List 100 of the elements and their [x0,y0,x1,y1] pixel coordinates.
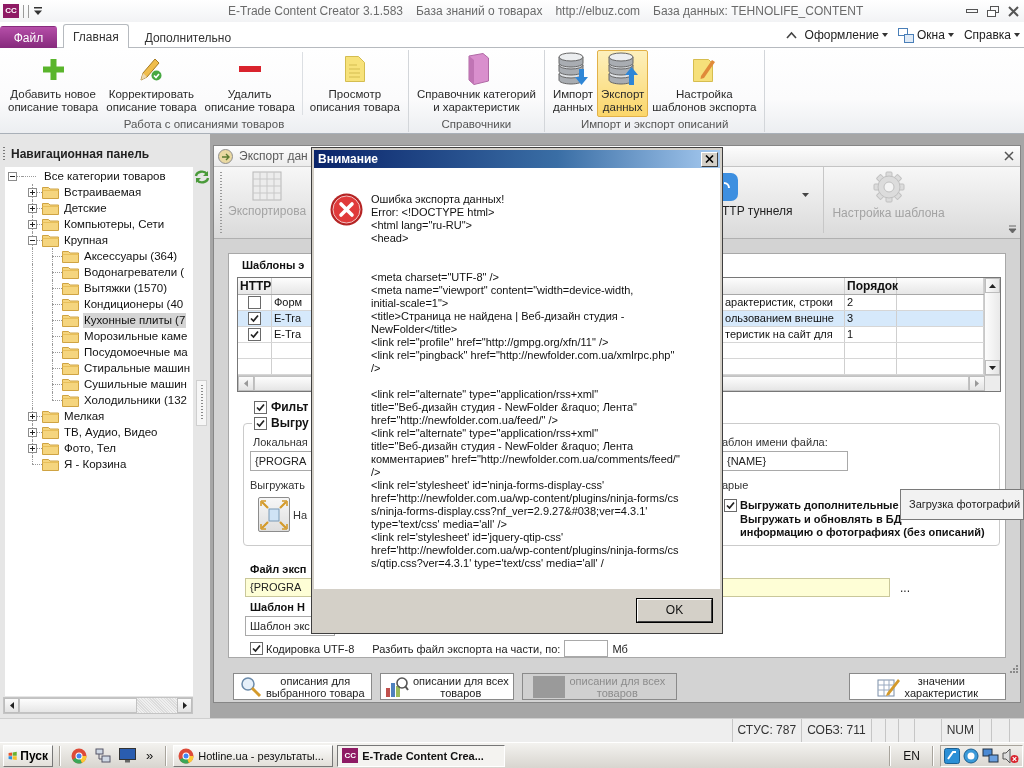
tree-item[interactable]: Компьютеры, Сети [63,216,166,232]
minus-box-icon[interactable] [8,172,17,181]
left-arrow-icon[interactable] [9,702,14,709]
taskbar-button[interactable]: CC E-Trade Content Crea... [337,744,506,767]
caret-icon [802,193,810,197]
close-icon[interactable] [1008,5,1019,17]
horizontal-scrollbar[interactable] [3,697,193,714]
scroll-down-icon[interactable] [1008,225,1017,234]
action-button[interactable]: описании для всех товаров [379,673,515,700]
right-arrow-icon[interactable] [182,702,187,709]
field-label: Файл эксп [250,562,307,576]
app-logo[interactable]: CC [3,4,19,18]
tree-item[interactable]: Стиральные машин [83,360,191,376]
tray-app-icon[interactable] [944,747,960,764]
ribbon-button[interactable]: Удалить описание товара [200,50,299,117]
dialog-title: Внимание [318,152,378,166]
checkbox[interactable] [248,312,261,325]
tree-item[interactable]: Холодильники (132 [83,392,188,408]
network-computers-icon[interactable] [95,747,111,764]
plus-box-icon[interactable] [28,220,37,229]
round-tray-icon[interactable] [963,747,979,764]
tree-item[interactable]: Аксессуары (364) [83,248,179,264]
tree-item[interactable]: Посудомоечные ма [83,344,189,360]
ribbon-button[interactable]: Корректировать описание товара [102,50,201,117]
resize-grip-icon[interactable] [1009,664,1018,673]
ribbon-button[interactable]: Справочник категорий и характеристик [412,50,540,117]
plus-box-icon[interactable] [28,428,37,437]
language-button[interactable]: EN [897,748,926,763]
close-icon[interactable] [1004,151,1014,161]
tree-item[interactable]: Я - Корзина [63,456,128,472]
minus-box-icon[interactable] [28,236,37,245]
document-icon [344,56,365,82]
menu-button[interactable]: Оформление [802,25,891,45]
tree-item[interactable]: Кухонные плиты (7 [83,312,187,328]
column-header[interactable]: Порядок [845,278,897,294]
ribbon-button[interactable]: Импорт данных [548,50,598,117]
plus-icon [42,58,64,80]
input-field[interactable] [564,640,609,657]
toolbar-button[interactable]: TTP туннеля [722,167,810,233]
start-button[interactable]: Пуск [3,744,53,767]
tree-item[interactable]: Морозильные каме [83,328,189,344]
taskbar-button[interactable]: Hotline.ua - результаты... [173,744,334,767]
plus-box-icon[interactable] [28,412,37,421]
tree-item[interactable]: Все категории товаров [43,168,167,184]
checkbox[interactable] [254,400,267,414]
tree-item[interactable]: Крупная [63,232,109,248]
tree-item[interactable]: ТВ, Аудио, Видео [63,424,159,440]
app-logo: CC [342,748,359,763]
ok-button[interactable]: OK [637,598,712,622]
tree-item[interactable]: Мелкая [63,408,106,424]
menu-button[interactable]: Окна [896,25,956,45]
speaker-muted-icon[interactable] [1002,747,1019,764]
tree-item[interactable]: Сушильные машин [83,376,188,392]
checkbox[interactable] [724,499,737,512]
up-arrow-icon[interactable] [989,283,996,288]
ribbon-button[interactable]: Экспорт данных [597,50,649,117]
tree-item[interactable]: Кондиционеры (40 [83,296,185,312]
ribbon-button[interactable]: Просмотр описания товара [305,50,404,117]
plus-box-icon[interactable] [28,444,37,453]
close-button[interactable] [701,151,718,167]
table-cell: 3 [845,311,897,326]
checkbox[interactable] [254,416,267,430]
menu-button[interactable]: Справка [961,25,1022,45]
tree-item[interactable]: Фото, Тел [63,440,117,456]
ribbon-tab[interactable]: Главная [63,24,129,48]
action-button[interactable]: описания для выбранного товара [233,673,372,700]
plus-box-icon[interactable] [28,204,37,213]
restore-icon[interactable] [987,5,999,17]
table-cell[interactable]: ользованием внешне [723,311,845,326]
tree-item[interactable]: Вытяжки (1570) [83,280,168,296]
tree-item[interactable]: Водонагреватели ( [83,264,186,280]
browse-button[interactable]: ... [896,580,914,595]
ribbon-button[interactable]: Добавить новое описание товара [4,50,103,117]
ribbon-tab[interactable]: Дополнительно [134,26,242,48]
tree-item[interactable]: Детские [63,200,108,216]
down-arrow-icon[interactable] [989,365,996,370]
tree-item[interactable]: Встраиваемая [63,184,143,200]
column-header[interactable]: HTTP [238,278,272,294]
ribbon-button[interactable]: Настройка шаблонов экспорта [648,50,761,117]
action-button[interactable]: значении характеристик [848,673,1006,700]
vertical-scrollbar[interactable] [984,278,1000,375]
ribbon-tab[interactable]: Файл [0,26,57,48]
windows-icon [898,27,915,43]
group-label: Импорт и экспорт описаний [579,117,730,132]
four-arrows-button[interactable] [258,497,290,532]
circle-logo-icon[interactable] [71,747,87,764]
checkbox[interactable] [248,296,261,309]
splitter-grip-icon[interactable] [196,380,207,426]
minimize-icon[interactable] [966,9,978,13]
refresh-icon[interactable] [193,169,210,185]
more-button[interactable]: » [140,748,160,763]
network-icon[interactable] [982,747,999,764]
checkbox[interactable] [250,642,263,655]
folder-icon [62,361,79,375]
collapse-ribbon-icon[interactable] [785,31,797,39]
customize-caret-icon[interactable] [34,7,42,15]
checkbox[interactable] [248,328,261,341]
text-field[interactable]: {NAME} [722,451,848,471]
plus-box-icon[interactable] [28,188,37,197]
monitor-icon[interactable] [119,748,136,763]
